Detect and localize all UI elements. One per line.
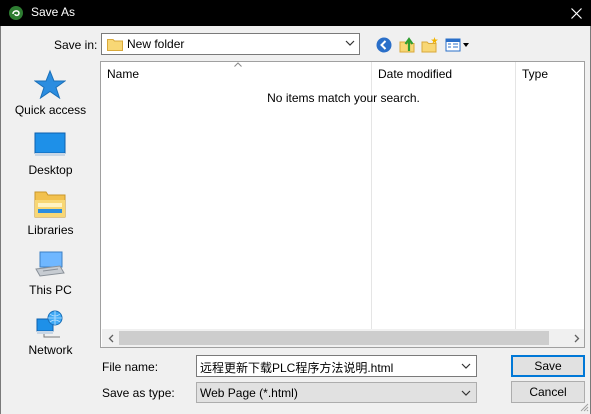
network-icon: [36, 310, 63, 338]
title-bar: Save As: [0, 0, 591, 26]
back-icon[interactable]: [375, 36, 393, 54]
save-in-value: New folder: [127, 37, 185, 51]
this-pc-icon: [35, 251, 65, 277]
chevron-down-icon[interactable]: [461, 362, 471, 370]
place-this-pc[interactable]: This PC: [7, 241, 94, 301]
save-as-type-label: Save as type:: [102, 386, 175, 400]
resize-grip-icon[interactable]: [579, 402, 589, 412]
chevron-down-icon: [345, 40, 355, 46]
horizontal-scrollbar[interactable]: [102, 329, 584, 347]
save-in-label: Save in:: [54, 38, 98, 52]
window-border-left: [0, 26, 1, 414]
close-icon: [570, 7, 582, 19]
libraries-icon: [34, 191, 66, 218]
scroll-right-button[interactable]: [568, 329, 584, 347]
view-menu-icon[interactable]: [445, 36, 471, 54]
up-folder-icon[interactable]: [398, 36, 416, 54]
chevron-right-icon: [574, 334, 579, 342]
save-as-type-dropdown[interactable]: Web Page (*.html): [196, 382, 477, 403]
place-label: Libraries: [27, 223, 74, 237]
place-label: Network: [28, 343, 73, 357]
place-desktop[interactable]: Desktop: [7, 121, 94, 181]
close-button[interactable]: [561, 0, 591, 26]
scrollbar-thumb[interactable]: [119, 331, 549, 345]
file-list[interactable]: Name Date modified Type No items match y…: [100, 61, 585, 348]
save-button[interactable]: Save: [511, 355, 585, 377]
save-as-type-value: Web Page (*.html): [200, 386, 298, 400]
file-name-label: File name:: [102, 360, 159, 374]
app-icon: [9, 6, 23, 20]
place-label: Quick access: [14, 103, 87, 117]
column-header-type[interactable]: Type: [516, 62, 584, 86]
folder-icon: [107, 39, 123, 51]
file-name-value: 远程更新下载PLC程序方法说明.html: [200, 361, 394, 375]
place-quick-access[interactable]: Quick access: [7, 61, 94, 121]
place-label: Desktop: [28, 163, 73, 177]
place-label: This PC: [29, 283, 72, 297]
scroll-left-button[interactable]: [102, 329, 119, 347]
column-header-date-modified[interactable]: Date modified: [372, 62, 516, 86]
sort-ascending-icon: [234, 62, 242, 67]
window-title: Save As: [31, 5, 76, 19]
empty-list-message: No items match your search.: [267, 91, 420, 105]
new-folder-icon[interactable]: [421, 36, 439, 54]
cancel-button[interactable]: Cancel: [511, 381, 585, 403]
chevron-left-icon: [108, 334, 113, 342]
file-name-field[interactable]: 远程更新下载PLC程序方法说明.html: [196, 355, 477, 377]
desktop-icon: [34, 132, 66, 156]
place-network[interactable]: Network: [7, 301, 94, 361]
places-bar: Quick access Desktop Libraries This PC N…: [7, 61, 94, 361]
save-in-dropdown[interactable]: New folder: [101, 33, 360, 55]
place-libraries[interactable]: Libraries: [7, 181, 94, 241]
quick-access-icon: [34, 69, 66, 99]
chevron-down-icon: [461, 390, 471, 396]
